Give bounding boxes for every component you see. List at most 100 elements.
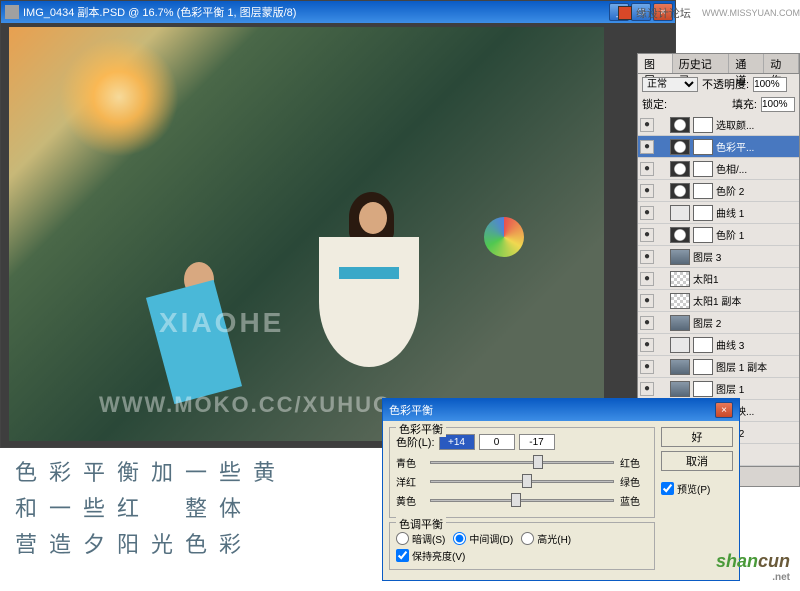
dialog-close-button[interactable]: ×: [715, 402, 733, 418]
slider-row-1: 洋红绿色: [396, 473, 648, 489]
cancel-button[interactable]: 取消: [661, 451, 733, 471]
ok-button[interactable]: 好: [661, 427, 733, 447]
layer-thumb: [670, 183, 690, 199]
window-title: IMG_0434 副本.PSD @ 16.7% (色彩平衡 1, 图层蒙版/8): [23, 4, 296, 20]
mask-thumb: [693, 359, 713, 375]
layer-thumb: [670, 205, 690, 221]
layer-thumb: [670, 117, 690, 133]
visibility-icon[interactable]: ●: [640, 272, 654, 286]
layer-row[interactable]: ● 图层 1: [638, 378, 799, 400]
pinwheel: [484, 217, 524, 257]
layer-row[interactable]: ● 曲线 1: [638, 202, 799, 224]
layer-name: 太阳1 副本: [693, 293, 797, 308]
highlights-radio[interactable]: 高光(H): [521, 531, 571, 546]
dialog-titlebar[interactable]: 色彩平衡 ×: [383, 399, 739, 421]
layer-name: 选取颜...: [716, 117, 797, 132]
color-balance-dialog: 色彩平衡 × 色彩平衡 色阶(L): 青色红色洋红绿色黄色蓝色 色调平衡 暗调(…: [382, 398, 740, 581]
tone-balance-group: 色调平衡 暗调(S) 中间调(D) 高光(H) 保持亮度(V): [389, 522, 655, 570]
layer-name: 曲线 1: [716, 205, 797, 220]
layer-row[interactable]: ● 色阶 2: [638, 180, 799, 202]
layer-thumb: [670, 271, 690, 287]
mask-thumb: [693, 161, 713, 177]
layer-thumb: [670, 293, 690, 309]
opacity-input[interactable]: [753, 77, 787, 92]
visibility-icon[interactable]: ●: [640, 316, 654, 330]
visibility-icon[interactable]: ●: [640, 118, 654, 132]
midtones-radio[interactable]: 中间调(D): [453, 531, 513, 546]
slider-row-2: 黄色蓝色: [396, 492, 648, 508]
titlebar[interactable]: IMG_0434 副本.PSD @ 16.7% (色彩平衡 1, 图层蒙版/8): [1, 1, 675, 23]
site-logo: shancun .net: [716, 551, 790, 583]
layer-thumb: [670, 139, 690, 155]
layer-row[interactable]: ● 太阳1 副本: [638, 290, 799, 312]
layer-row[interactable]: ● 太阳1: [638, 268, 799, 290]
layer-row[interactable]: ● 色彩平...: [638, 136, 799, 158]
visibility-icon[interactable]: ●: [640, 140, 654, 154]
visibility-icon[interactable]: ●: [640, 184, 654, 198]
layer-thumb: [670, 227, 690, 243]
visibility-icon[interactable]: ●: [640, 162, 654, 176]
visibility-icon[interactable]: ●: [640, 360, 654, 374]
level-yellow-blue[interactable]: [519, 434, 555, 450]
layer-name: 图层 1 副本: [716, 359, 797, 374]
mask-thumb: [693, 205, 713, 221]
mask-thumb: [693, 183, 713, 199]
mask-thumb: [693, 139, 713, 155]
layer-name: 色阶 2: [716, 183, 797, 198]
layer-thumb: [670, 315, 690, 331]
slider[interactable]: [430, 492, 614, 508]
shadows-radio[interactable]: 暗调(S): [396, 531, 445, 546]
fill-input[interactable]: [761, 97, 795, 112]
layer-name: 色阶 1: [716, 227, 797, 242]
layer-name: 色相/...: [716, 161, 797, 176]
forum-tag: 缘设计论坛 WWW.MISSYUAN.COM: [618, 5, 800, 21]
layer-name: 太阳1: [693, 271, 797, 286]
preserve-luminosity-check[interactable]: 保持亮度(V): [396, 548, 648, 563]
layer-row[interactable]: ● 色阶 1: [638, 224, 799, 246]
caption-text: 色彩平衡加一些黄 和一些红 整体 营造夕阳光色彩: [15, 455, 287, 563]
layer-row[interactable]: ● 曲线 3: [638, 334, 799, 356]
color-balance-group: 色彩平衡 色阶(L): 青色红色洋红绿色黄色蓝色: [389, 427, 655, 518]
blend-mode-select[interactable]: 正常: [642, 77, 698, 92]
slider[interactable]: [430, 454, 614, 470]
mask-thumb: [693, 381, 713, 397]
layer-thumb: [670, 359, 690, 375]
layer-name: 图层 3: [693, 249, 797, 264]
visibility-icon[interactable]: ●: [640, 382, 654, 396]
layer-row[interactable]: ● 图层 3: [638, 246, 799, 268]
layer-thumb: [670, 161, 690, 177]
layer-name: 图层 1: [716, 381, 797, 396]
layer-name: 图层 2: [693, 315, 797, 330]
app-icon: [5, 5, 19, 19]
visibility-icon[interactable]: ●: [640, 206, 654, 220]
layer-row[interactable]: ● 图层 1 副本: [638, 356, 799, 378]
layer-row[interactable]: ● 图层 2: [638, 312, 799, 334]
layer-row[interactable]: ● 色相/...: [638, 158, 799, 180]
visibility-icon[interactable]: ●: [640, 228, 654, 242]
watermark-1: XIAOHE: [159, 307, 284, 339]
lock-row: 锁定: 填充:: [638, 94, 799, 114]
watermark-2: WWW.MOKO.CC/XUHUO: [99, 392, 392, 418]
visibility-icon[interactable]: ●: [640, 338, 654, 352]
preview-check[interactable]: 预览(P): [661, 481, 733, 496]
layer-name: 色彩平...: [716, 139, 797, 154]
mask-thumb: [693, 117, 713, 133]
layer-name: 曲线 3: [716, 337, 797, 352]
panel-tab-0[interactable]: 图层: [638, 54, 673, 73]
photoshop-window: IMG_0434 副本.PSD @ 16.7% (色彩平衡 1, 图层蒙版/8)…: [0, 0, 676, 448]
visibility-icon[interactable]: ●: [640, 250, 654, 264]
mask-thumb: [693, 227, 713, 243]
canvas[interactable]: XIAOHE WWW.MOKO.CC/XUHUO: [9, 27, 604, 441]
visibility-icon[interactable]: ●: [640, 294, 654, 308]
panel-tab-2[interactable]: 通道: [729, 54, 764, 73]
layer-row[interactable]: ● 选取颜...: [638, 114, 799, 136]
panel-tab-1[interactable]: 历史记录: [673, 54, 730, 73]
level-magenta-green[interactable]: [479, 434, 515, 450]
close-icon[interactable]: [618, 6, 632, 20]
slider[interactable]: [430, 473, 614, 489]
mask-thumb: [693, 337, 713, 353]
layer-thumb: [670, 381, 690, 397]
panel-tabs: 图层历史记录通道动作: [638, 54, 799, 74]
blend-row: 正常 不透明度:: [638, 74, 799, 94]
panel-tab-3[interactable]: 动作: [764, 54, 799, 73]
